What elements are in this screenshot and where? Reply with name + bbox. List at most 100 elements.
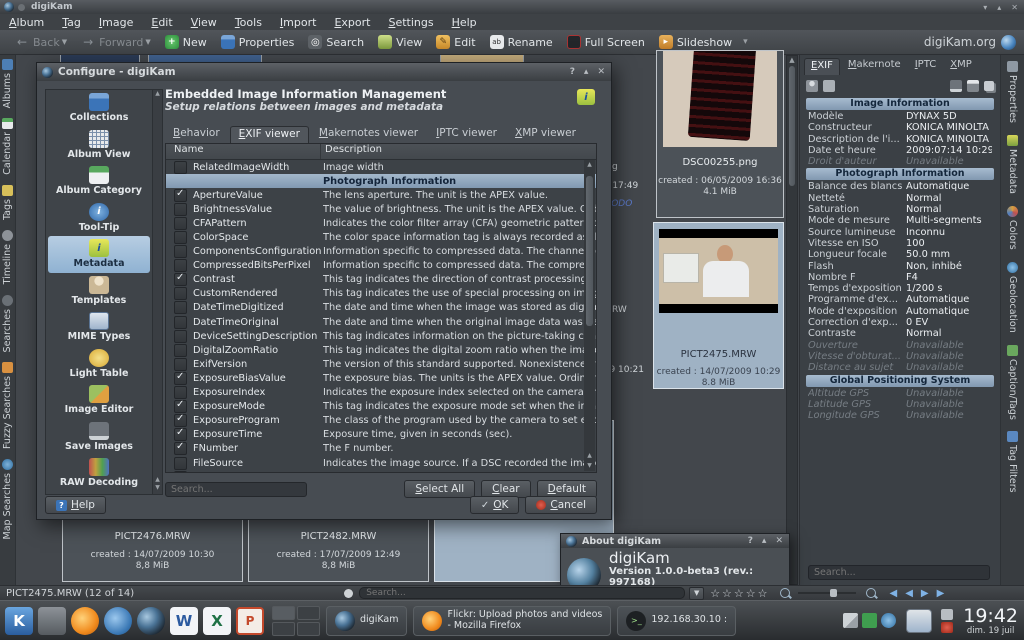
table-row[interactable]: DateTimeDigitized The date and time when…: [166, 301, 596, 315]
minimize-icon[interactable]: ▾: [983, 3, 987, 12]
digikam-icon[interactable]: [137, 607, 165, 635]
right-sidebar-tab[interactable]: Properties: [1007, 61, 1018, 123]
window-menu-icon[interactable]: [18, 4, 25, 11]
toolbar-button[interactable]: Back ▼: [8, 33, 74, 51]
pager-desktop-2[interactable]: [297, 606, 320, 620]
metadata-row[interactable]: Description de l'i... KONICA MINOLTA DI.…: [800, 134, 1000, 145]
settings-tab[interactable]: EXIF viewer: [230, 126, 309, 143]
left-sidebar-tab[interactable]: Calendar: [2, 118, 13, 175]
scrollbar-thumb[interactable]: [586, 176, 593, 326]
network-icon[interactable]: [862, 613, 877, 628]
metadata-row[interactable]: Saturation Normal: [800, 204, 1000, 215]
clipboard-icon[interactable]: [941, 609, 953, 620]
left-sidebar-tab[interactable]: Tags: [2, 185, 13, 220]
settings-tab[interactable]: XMP viewer: [507, 126, 584, 143]
metadata-row[interactable]: Distance au sujet Unavailable: [800, 362, 1000, 373]
metadata-row[interactable]: Mode d'exposition Automatique: [800, 306, 1000, 317]
help-button[interactable]: ? Help: [45, 496, 106, 514]
nav-arrow-icon[interactable]: ◀: [890, 588, 898, 599]
column-header-description[interactable]: Description: [321, 144, 596, 159]
metadata-row[interactable]: Netteté Normal: [800, 193, 1000, 204]
left-sidebar-tab[interactable]: Timeline: [2, 230, 13, 284]
tag-checkbox[interactable]: [174, 217, 187, 230]
tag-checkbox[interactable]: [174, 301, 187, 314]
table-row[interactable]: CFAPattern Indicates the color filter ar…: [166, 216, 596, 230]
left-sidebar-tab[interactable]: Map Searches: [2, 459, 13, 540]
table-row[interactable]: Flash This tag is recorded when an image…: [166, 470, 596, 473]
print-icon[interactable]: [967, 80, 979, 92]
toolbar-button[interactable]: View ▼: [371, 33, 429, 51]
taskbar-task[interactable]: digiKam: [326, 606, 407, 636]
menu-item[interactable]: Album: [0, 16, 53, 29]
table-row[interactable]: FNumber The F number.: [166, 442, 596, 456]
metadata-row[interactable]: Vitesse d'obturat... Unavailable: [800, 351, 1000, 362]
desktop-pager[interactable]: [272, 606, 320, 636]
chevron-down-icon[interactable]: ▼: [145, 38, 150, 46]
left-sidebar-tab[interactable]: Searches: [2, 295, 13, 352]
tag-checkbox[interactable]: [174, 259, 187, 272]
menu-item[interactable]: View: [182, 16, 226, 29]
table-row[interactable]: RelatedImageWidth Image width: [166, 160, 596, 174]
nav-arrow-icon[interactable]: ◀: [905, 588, 913, 599]
metadata-row[interactable]: Mode de mesure Multi-segments: [800, 215, 1000, 226]
right-sidebar-tab[interactable]: Colors: [1007, 206, 1018, 250]
tag-checkbox[interactable]: [174, 189, 187, 202]
metadata-row[interactable]: Droit d'auteur Unavailable: [800, 156, 1000, 167]
table-row[interactable]: FileSource Indicates the image source. I…: [166, 456, 596, 470]
tag-checkbox[interactable]: [174, 428, 187, 441]
zoom-in-icon[interactable]: [866, 588, 876, 598]
table-row[interactable]: DigitalZoomRatio This tag indicates the …: [166, 343, 596, 357]
help-icon[interactable]: ?: [748, 536, 753, 546]
table-scrollbar[interactable]: ▲ ▲ ▼: [584, 160, 595, 471]
excel-icon[interactable]: [203, 607, 231, 635]
metadata-row[interactable]: Longitude GPS Unavailable: [800, 410, 1000, 421]
settings-tab[interactable]: Behavior: [165, 126, 228, 143]
table-row[interactable]: ApertureValue The lens aperture. The uni…: [166, 188, 596, 202]
help-icon[interactable]: ?: [570, 67, 575, 77]
thunderbird-icon[interactable]: [104, 607, 132, 635]
menu-item[interactable]: Help: [443, 16, 486, 29]
kmenu-icon[interactable]: [5, 607, 33, 635]
column-header-name[interactable]: Name: [166, 144, 321, 159]
tag-checkbox[interactable]: [174, 231, 187, 244]
metadata-tab[interactable]: IPTC: [909, 58, 943, 75]
right-sidebar-tab[interactable]: Metadata: [1007, 135, 1018, 194]
toolbar-button[interactable]: Rename ▼: [483, 33, 560, 51]
menu-item[interactable]: Settings: [379, 16, 442, 29]
table-row[interactable]: CompressedBitsPerPixel Information speci…: [166, 259, 596, 273]
tag-checkbox[interactable]: [174, 316, 187, 329]
tag-checkbox[interactable]: [174, 358, 187, 371]
metadata-row[interactable]: Nombre F F4: [800, 272, 1000, 283]
statusbar-search-input[interactable]: [359, 587, 685, 599]
settings-category[interactable]: Image Editor: [48, 382, 150, 419]
left-sidebar-tab[interactable]: Albums: [2, 59, 13, 108]
right-sidebar-tab[interactable]: Caption/Tags: [1007, 345, 1018, 420]
toolbar-button[interactable]: Forward ▼: [74, 33, 158, 51]
settings-tab[interactable]: Makernotes viewer: [311, 126, 426, 143]
table-row[interactable]: DateTimeOriginal The date and time when …: [166, 315, 596, 329]
settings-category[interactable]: Collections: [48, 90, 150, 127]
metadata-row[interactable]: Date et heure 2009:07:14 10:29:19: [800, 145, 1000, 156]
menu-item[interactable]: Export: [325, 16, 379, 29]
rating-stars[interactable]: ☆☆☆☆☆: [710, 587, 769, 600]
scroll-up-icon[interactable]: ▲: [584, 452, 595, 459]
table-row[interactable]: CustomRendered This tag indicates the us…: [166, 287, 596, 301]
dialog-titlebar[interactable]: Configure - digiKam ? ▴ ✕: [37, 63, 611, 81]
digikam-org-link[interactable]: digiKam.org: [924, 35, 1016, 50]
metadata-row[interactable]: Longueur focale 50.0 mm: [800, 249, 1000, 260]
scrollbar-thumb[interactable]: [789, 66, 795, 186]
toolbar-button[interactable]: Edit ▼: [429, 33, 482, 51]
metadata-row[interactable]: Latitude GPS Unavailable: [800, 399, 1000, 410]
zoom-slider[interactable]: [798, 592, 856, 594]
table-row[interactable]: ExposureIndex Indicates the exposure ind…: [166, 386, 596, 400]
settings-category[interactable]: Metadata: [48, 236, 150, 273]
toolbar-overflow-icon[interactable]: ▾: [743, 37, 748, 47]
metadata-row[interactable]: Programme d'ex... Automatique: [800, 294, 1000, 305]
table-row[interactable]: ExifVersion The version of this standard…: [166, 357, 596, 371]
settings-category[interactable]: Tool-Tip: [48, 200, 150, 237]
pager-desktop-4[interactable]: [297, 622, 320, 636]
toolbar-button[interactable]: Full Screen ▼: [560, 33, 652, 51]
close-icon[interactable]: ✕: [775, 536, 783, 546]
table-row[interactable]: Contrast This tag indicates the directio…: [166, 273, 596, 287]
metadata-row[interactable]: Vitesse en ISO 100: [800, 238, 1000, 249]
